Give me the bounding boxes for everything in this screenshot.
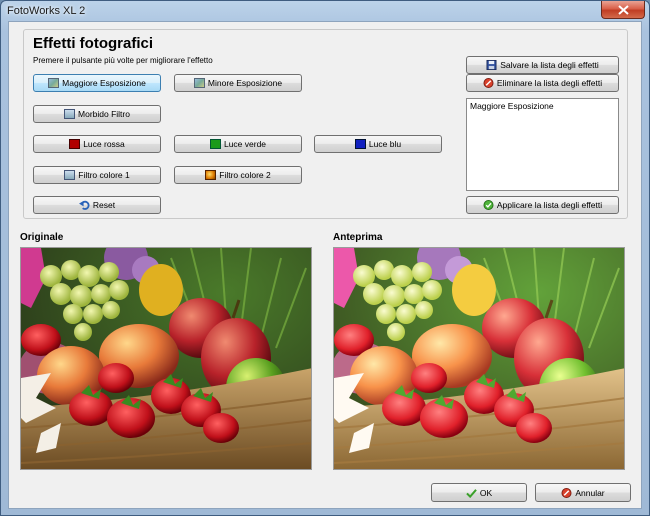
soft-filter-icon: [64, 109, 76, 119]
luce-blu-label: Luce blu: [368, 139, 402, 149]
photo-plus-icon: [48, 78, 60, 88]
delete-effects-list-button[interactable]: Eliminare la lista degli effetti: [466, 74, 619, 92]
dialog-client-area: Effetti fotografici Premere il pulsante …: [8, 21, 642, 509]
photo-minus-icon: [193, 78, 205, 88]
filtro-colore-1-button[interactable]: Filtro colore 1: [33, 166, 161, 184]
fruit-basket-photo: [21, 248, 311, 469]
luce-rossa-button[interactable]: Luce rossa: [33, 135, 161, 153]
morbido-filtro-label: Morbido Filtro: [78, 109, 130, 119]
reset-button[interactable]: Reset: [33, 196, 161, 214]
reset-label: Reset: [92, 200, 116, 210]
preview-image: [333, 247, 625, 470]
app-window: FotoWorks XL 2 Effetti fotografici Preme…: [0, 0, 650, 516]
color-filter-2-icon: [205, 170, 217, 180]
blue-light-icon: [354, 139, 366, 149]
maggiore-esposizione-button[interactable]: Maggiore Esposizione: [33, 74, 161, 92]
luce-blu-button[interactable]: Luce blu: [314, 135, 442, 153]
cancel-button[interactable]: Annular: [535, 483, 631, 502]
close-window-button[interactable]: [601, 1, 645, 19]
morbido-filtro-button[interactable]: Morbido Filtro: [33, 105, 161, 123]
delete-icon: [483, 78, 494, 88]
ok-label: OK: [479, 487, 493, 498]
ok-button[interactable]: OK: [431, 483, 527, 502]
close-icon: [617, 4, 629, 15]
title-bar[interactable]: FotoWorks XL 2: [1, 1, 649, 21]
effects-listbox[interactable]: Maggiore Esposizione: [466, 98, 619, 191]
floppy-disk-icon: [486, 60, 497, 70]
cancel-icon: [561, 487, 572, 498]
checkmark-icon: [466, 488, 477, 498]
page-title: Effetti fotografici: [33, 35, 153, 52]
color-filter-1-icon: [64, 170, 76, 180]
window-title: FotoWorks XL 2: [7, 5, 86, 17]
original-label: Originale: [20, 232, 64, 243]
apply-effects-list-label: Applicare la lista degli effetti: [496, 200, 603, 210]
luce-verde-button[interactable]: Luce verde: [174, 135, 302, 153]
red-light-icon: [69, 139, 81, 149]
checkmark-circle-icon: [483, 200, 494, 210]
original-image: [20, 247, 312, 470]
save-effects-list-label: Salvare la lista degli effetti: [500, 60, 599, 70]
delete-effects-list-label: Eliminare la lista degli effetti: [496, 78, 603, 88]
apply-effects-list-button[interactable]: Applicare la lista degli effetti: [466, 196, 619, 214]
luce-verde-label: Luce verde: [223, 139, 267, 149]
filtro-colore-1-label: Filtro colore 1: [78, 170, 130, 180]
filtro-colore-2-label: Filtro colore 2: [219, 170, 271, 180]
save-effects-list-button[interactable]: Salvare la lista degli effetti: [466, 56, 619, 74]
page-subtitle: Premere il pulsante più volte per miglio…: [33, 56, 213, 65]
minore-esposizione-button[interactable]: Minore Esposizione: [174, 74, 302, 92]
filtro-colore-2-button[interactable]: Filtro colore 2: [174, 166, 302, 184]
minore-esposizione-label: Minore Esposizione: [207, 78, 283, 88]
maggiore-esposizione-label: Maggiore Esposizione: [62, 78, 146, 88]
undo-icon: [78, 200, 90, 210]
luce-rossa-label: Luce rossa: [83, 139, 125, 149]
cancel-label: Annular: [575, 487, 605, 498]
preview-label: Anteprima: [333, 232, 383, 243]
fruit-basket-preview-photo: [334, 248, 624, 469]
green-light-icon: [209, 139, 221, 149]
list-item[interactable]: Maggiore Esposizione: [467, 99, 618, 113]
